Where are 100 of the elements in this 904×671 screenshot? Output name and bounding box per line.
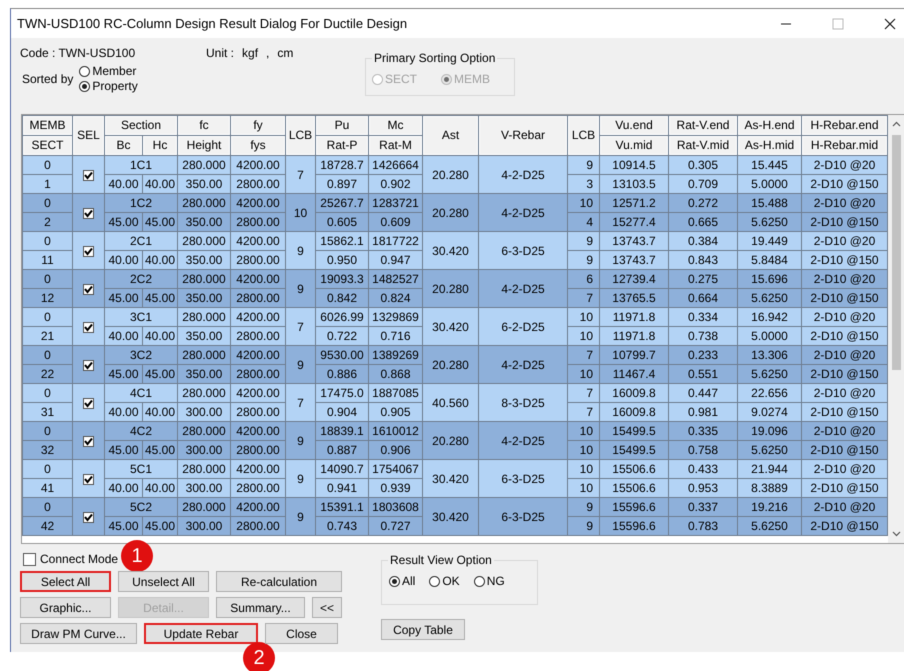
table-cell: 45.00 <box>143 213 177 231</box>
table-cell: 2-D10 @20 <box>802 156 887 174</box>
table-cell: 20.280 <box>423 270 478 307</box>
table-cell: 45.00 <box>143 365 177 383</box>
table-cell: 20.280 <box>423 194 478 231</box>
table-cell: 0.843 <box>669 251 737 269</box>
table-cell: 2800.00 <box>231 251 285 269</box>
table-cell: 2-D10 @150 <box>802 251 887 269</box>
table-cell: 10 <box>568 327 599 345</box>
connect-model-checkbox[interactable]: Connect Mode <box>23 552 118 566</box>
table-cell: 0.886 <box>316 365 368 383</box>
table-cell: 300.00 <box>178 441 230 459</box>
table-cell: 17475.0 <box>316 384 368 402</box>
table-cell: 32 <box>23 441 72 459</box>
table-cell: 9 <box>286 270 315 307</box>
table-cell: 14090.7 <box>316 460 368 478</box>
table-cell: 1754067 <box>369 460 422 478</box>
table-cell: 15.488 <box>738 194 801 212</box>
table-cell: 10 <box>286 194 315 231</box>
table-cell: 0 <box>23 498 72 516</box>
table-cell: 0.981 <box>669 403 737 421</box>
action-button[interactable]: Summary... <box>216 597 305 618</box>
table-cell: 3C1 <box>105 308 177 326</box>
column-header: MEMB <box>23 116 72 135</box>
table-cell: 0 <box>23 156 72 174</box>
table-cell: 2-D10 @150 <box>802 175 887 193</box>
action-button[interactable]: Close <box>265 623 338 644</box>
action-button[interactable]: Re-calculation <box>216 571 342 592</box>
column-header: Pu <box>316 116 368 135</box>
sort-radio[interactable]: Member <box>79 64 138 78</box>
unit-separator: , <box>266 46 270 60</box>
column-header: Section <box>105 116 177 135</box>
column-header: SECT <box>23 136 72 155</box>
column-header: Rat-V.mid <box>669 136 737 155</box>
action-button[interactable]: << <box>312 597 342 618</box>
table-cell: 2800.00 <box>231 175 285 193</box>
table-cell: 7 <box>568 384 599 402</box>
table-cell: 45.00 <box>105 213 142 231</box>
table-cell: 7 <box>286 384 315 421</box>
table-cell: 350.00 <box>178 327 230 345</box>
force-unit: kgf <box>242 46 258 60</box>
table-cell: 30.420 <box>423 498 478 535</box>
table-cell: 15.445 <box>738 156 801 174</box>
copy-table-button[interactable]: Copy Table <box>381 619 465 640</box>
table-cell: 4200.00 <box>231 270 285 288</box>
table-cell: 6-3-D25 <box>479 460 567 497</box>
table-cell: 280.000 <box>178 194 230 212</box>
table-cell: 0 <box>23 232 72 250</box>
action-button[interactable]: Update Rebar <box>144 623 258 644</box>
result-radio[interactable]: All <box>389 574 416 588</box>
table-cell: 300.00 <box>178 479 230 497</box>
table-cell: 4200.00 <box>231 422 285 440</box>
table-cell: 7 <box>568 403 599 421</box>
column-header: fc <box>178 116 230 135</box>
table-cell: 0.305 <box>669 156 737 174</box>
table-cell: 2-D10 @150 <box>802 365 887 383</box>
table-cell: 6-3-D25 <box>479 232 567 269</box>
table-cell: 15506.6 <box>600 479 668 497</box>
column-header: H-Rebar.end <box>802 116 887 135</box>
table-cell: 8-3-D25 <box>479 384 567 421</box>
column-header: Hc <box>143 136 177 155</box>
result-radio[interactable]: OK <box>429 574 460 588</box>
table-cell: 0 <box>23 384 72 402</box>
column-header: H-Rebar.mid <box>802 136 887 155</box>
table-cell: 9 <box>568 517 599 535</box>
action-button[interactable]: Select All <box>20 571 111 592</box>
table-cell: 0.758 <box>669 441 737 459</box>
column-header: As-H.end <box>738 116 801 135</box>
table-cell: 3C2 <box>105 346 177 364</box>
table-cell: 350.00 <box>178 289 230 307</box>
table-cell: 280.000 <box>178 422 230 440</box>
action-button[interactable]: Unselect All <box>118 571 209 592</box>
column-header: Rat-V.end <box>669 116 737 135</box>
table-cell: 4-2-D25 <box>479 422 567 459</box>
table-cell: 4-2-D25 <box>479 156 567 193</box>
sort-radio[interactable]: Property <box>79 79 138 93</box>
column-header: Vu.mid <box>600 136 668 155</box>
table-cell: 10 <box>568 422 599 440</box>
action-button[interactable]: Draw PM Curve... <box>20 623 137 644</box>
table-cell: 13743.7 <box>600 251 668 269</box>
table-cell: 0.447 <box>669 384 737 402</box>
table-cell: 5C1 <box>105 460 177 478</box>
result-radio[interactable]: NG <box>474 574 505 588</box>
table-cell: 1283721 <box>369 194 422 212</box>
column-header: LCB <box>286 116 315 155</box>
table-cell: 22 <box>23 365 72 383</box>
table-cell: 0.335 <box>669 422 737 440</box>
action-button[interactable]: Graphic... <box>20 597 111 618</box>
table-cell: 45.00 <box>105 517 142 535</box>
table-cell: 2-D10 @20 <box>802 460 887 478</box>
table-cell: 9 <box>568 498 599 516</box>
table-cell: 13103.5 <box>600 175 668 193</box>
column-header: Ast <box>423 116 478 155</box>
table-cell: 40.00 <box>143 175 177 193</box>
table-cell: 25267.7 <box>316 194 368 212</box>
table-cell: 10914.5 <box>600 156 668 174</box>
table-cell: 0.551 <box>669 365 737 383</box>
table-cell: 40.00 <box>143 403 177 421</box>
table-cell: 0.904 <box>316 403 368 421</box>
table-cell: 0.947 <box>369 251 422 269</box>
